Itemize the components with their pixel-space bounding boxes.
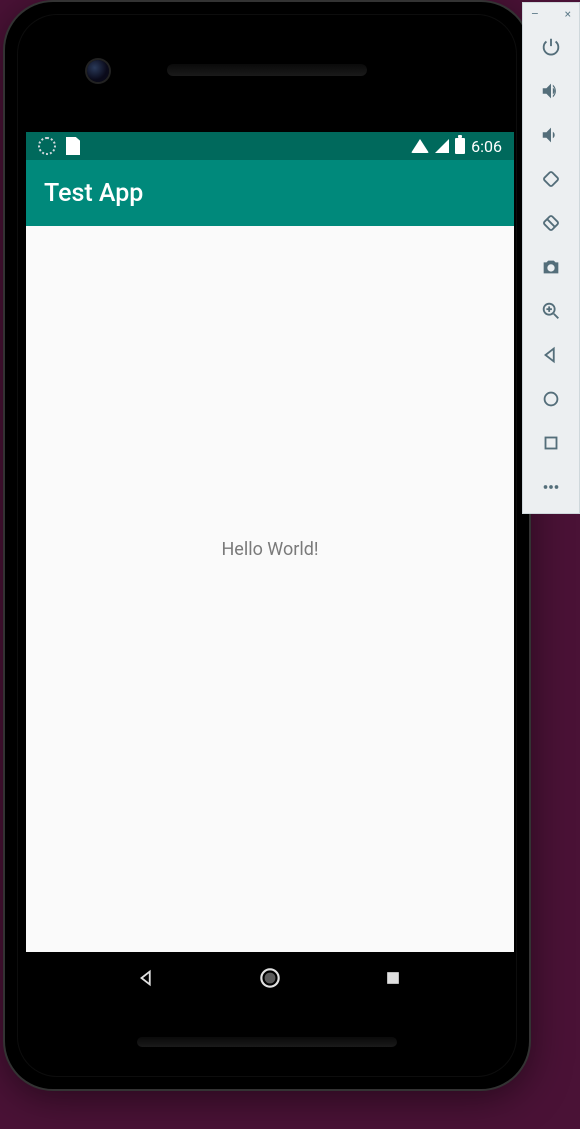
nav-overview-button[interactable]	[368, 968, 418, 988]
hello-world-text: Hello World!	[221, 539, 318, 560]
status-bar: 6:06	[26, 132, 514, 160]
rotate-left-button[interactable]	[528, 157, 574, 201]
overview-button[interactable]	[528, 421, 574, 465]
app-title: Test App	[44, 179, 143, 208]
clock-text: 6:06	[471, 137, 502, 156]
back-button[interactable]	[528, 333, 574, 377]
wifi-icon	[411, 139, 429, 153]
volume-up-button[interactable]	[528, 69, 574, 113]
minimize-button[interactable]: –	[531, 7, 539, 21]
screenshot-button[interactable]	[528, 245, 574, 289]
zoom-button[interactable]	[528, 289, 574, 333]
speaker-grille	[167, 64, 367, 76]
nav-back-button[interactable]	[122, 967, 172, 989]
cellular-icon	[435, 139, 449, 153]
sd-card-icon	[66, 137, 80, 155]
close-button[interactable]: ×	[565, 7, 571, 21]
device-screen: 6:06 Test App Hello World!	[26, 132, 514, 1002]
navigation-bar	[26, 952, 514, 1002]
emulator-toolbar: – ×	[522, 2, 580, 514]
power-button[interactable]	[528, 25, 574, 69]
home-button[interactable]	[528, 377, 574, 421]
volume-down-button[interactable]	[528, 113, 574, 157]
more-button[interactable]	[528, 465, 574, 509]
speaker-grille-bottom	[137, 1037, 397, 1047]
app-bar: Test App	[26, 160, 514, 226]
rotate-right-button[interactable]	[528, 201, 574, 245]
phone-frame: 6:06 Test App Hello World!	[5, 2, 529, 1089]
loading-icon	[38, 137, 56, 155]
app-content: Hello World!	[26, 226, 514, 952]
front-camera	[87, 60, 109, 82]
nav-home-button[interactable]	[245, 965, 295, 991]
battery-icon	[455, 138, 465, 154]
